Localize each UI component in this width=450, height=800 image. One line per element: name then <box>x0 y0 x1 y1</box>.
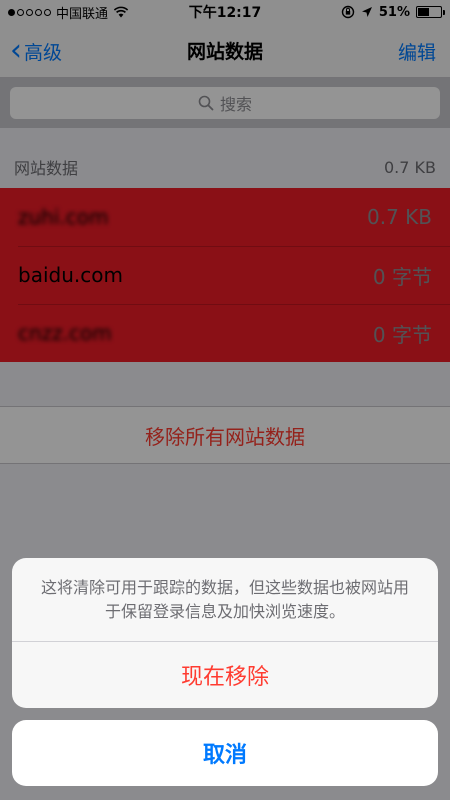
action-sheet: 这将清除可用于跟踪的数据，但这些数据也被网站用于保留登录信息及加快浏览速度。 现… <box>12 558 438 708</box>
remove-now-button[interactable]: 现在移除 <box>12 642 438 708</box>
action-sheet-message: 这将清除可用于跟踪的数据，但这些数据也被网站用于保留登录信息及加快浏览速度。 <box>12 558 438 642</box>
cancel-button[interactable]: 取消 <box>12 720 438 786</box>
